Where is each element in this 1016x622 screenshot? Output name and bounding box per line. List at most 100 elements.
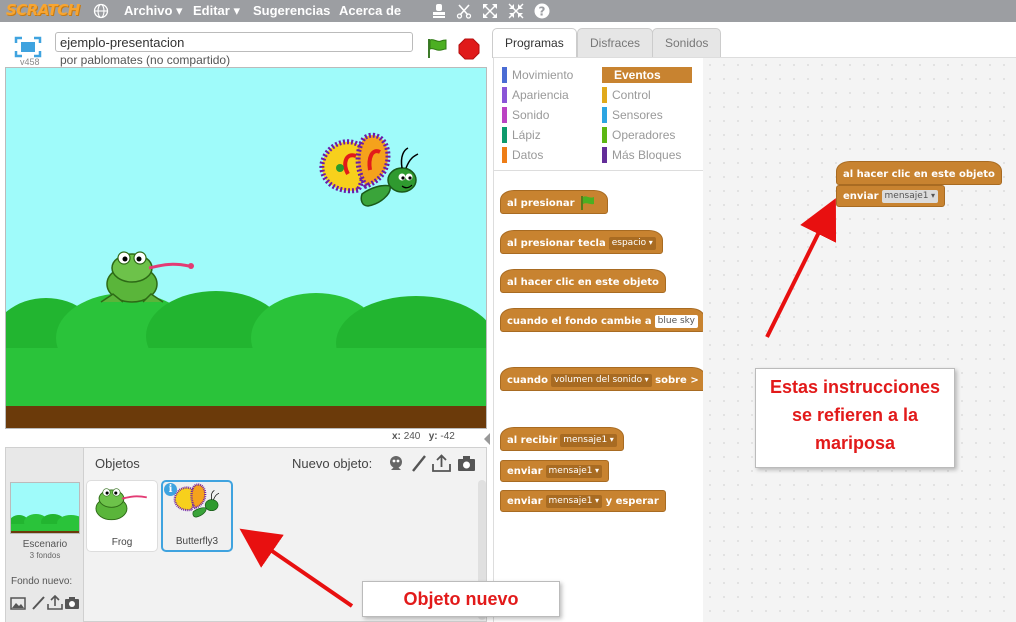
block-when-backdrop-switches[interactable]: cuando el fondo cambie a blue sky [500,308,705,332]
stage-thumbnail[interactable] [10,482,80,534]
sensor-dropdown[interactable]: volumen del sonido [550,373,652,387]
sprite-camera-icon[interactable] [457,454,476,473]
frog-thumbnail [95,488,147,521]
block-label: enviar [843,191,879,202]
editor-tabs: Programas Disfraces Sonidos [490,28,1016,58]
callout-new-object: Objeto nuevo [362,581,560,617]
stop-icon[interactable] [458,38,480,60]
category-apariencia[interactable]: Apariencia [502,87,569,103]
version-label: v458 [20,57,40,67]
backdrop-upload-icon[interactable] [47,595,63,611]
palette-divider [494,170,704,171]
backdrop-paint-icon[interactable] [30,595,46,611]
globe-icon[interactable] [93,3,109,19]
block-when-receive[interactable]: al recibir mensaje1 [500,427,624,451]
butterfly-sprite[interactable] [319,132,419,207]
info-icon[interactable]: i [164,483,177,496]
scissors-icon[interactable] [456,3,472,19]
coords-y-label: y: [428,431,438,442]
coords-x-label: x: [392,431,401,442]
block-when-sensor-greater[interactable]: cuandovolumen del sonido sobre > [500,367,706,391]
shrink-icon[interactable] [508,3,524,19]
stage-thumbnail-column: Escenario 3 fondos Fondo nuevo: [6,448,84,622]
mouse-coords: x: 240 y: -42 [392,431,455,442]
collapse-arrow-icon[interactable] [483,432,491,446]
key-dropdown[interactable]: espacio [608,236,656,250]
stamp-icon[interactable] [431,3,447,19]
tab-sonidos[interactable]: Sonidos [652,28,722,58]
category-mas-bloques[interactable]: Más Bloques [602,147,681,163]
hills-backdrop [6,291,486,428]
stage-label: Escenario [22,539,68,550]
block-label: al hacer clic en este objeto [507,277,659,288]
script-when-sprite-clicked[interactable]: al hacer clic en este objeto [836,161,1002,185]
project-author: por pablomates (no compartido) [60,53,231,67]
sprite-card-butterfly[interactable]: i Butterfly3 [161,480,233,552]
coords-x-value: 240 [403,431,421,442]
stage-header: v458 por pablomates (no compartido) [0,22,490,68]
sprite-name-butterfly: Butterfly3 [175,536,219,547]
category-control[interactable]: Control [602,87,651,103]
sprite-card-frog[interactable]: Frog [86,480,158,552]
category-datos[interactable]: Datos [502,147,543,163]
sprite-name-frog: Frog [111,537,133,548]
message-dropdown[interactable]: mensaje1 [545,494,603,508]
tab-disfraces[interactable]: Disfraces [577,28,654,58]
block-when-sprite-clicked[interactable]: al hacer clic en este objeto [500,269,666,293]
scratch-logo[interactable]: SCRATCH [6,1,80,19]
block-label: enviar [507,496,543,507]
block-label-gt: sobre > [655,375,699,386]
backdrop-library-icon[interactable] [10,595,26,611]
menu-acerca-de[interactable]: Acerca de [339,3,401,18]
block-label: cuando [507,375,548,386]
category-lapiz[interactable]: Lápiz [502,127,541,143]
script-area[interactable]: al hacer clic en este objeto enviar mensa… [703,57,1016,622]
stage-scene [6,132,486,428]
backdrop-count: 3 fondos [29,551,61,560]
script-broadcast[interactable]: enviar mensaje1 [836,185,946,207]
stage-thumb-scene [11,514,79,533]
new-sprite-label: Nuevo objeto: [292,456,373,471]
help-icon[interactable]: ? [534,3,550,19]
tab-programas[interactable]: Programas [492,28,577,58]
backdrop-dropdown[interactable]: blue sky [654,314,698,328]
category-sensores[interactable]: Sensores [602,107,663,123]
block-broadcast[interactable]: enviar mensaje1 [500,460,610,482]
block-label: al presionar tecla [507,238,606,249]
block-label: al hacer clic en este objeto [843,169,995,180]
sprite-upload-icon[interactable] [432,454,451,473]
block-label: cuando el fondo cambie a [507,316,652,327]
objects-label: Objetos [95,456,140,471]
project-title-input[interactable] [55,32,413,52]
sprite-paint-icon[interactable] [409,454,428,473]
message-dropdown[interactable]: mensaje1 [545,464,603,478]
block-broadcast-and-wait[interactable]: enviarmensaje1 y esperar [500,490,666,512]
block-label-tail: y esperar [605,496,659,507]
callout-instructions: Estas instrucciones se refieren a la mar… [755,368,955,468]
menu-sugerencias[interactable]: Sugerencias [253,3,330,18]
block-palette: Movimiento Apariencia Sonido Lápiz Datos… [493,57,706,622]
message-dropdown[interactable]: mensaje1 [881,189,939,203]
sprite-library-icon[interactable] [387,454,406,473]
green-flag-icon[interactable] [426,37,448,59]
backdrop-camera-icon[interactable] [64,595,80,611]
category-eventos[interactable]: Eventos [602,67,692,83]
new-backdrop-label: Fondo nuevo: [11,576,73,587]
category-sonido[interactable]: Sonido [502,107,549,123]
block-label: al recibir [507,435,558,446]
block-when-key-pressed[interactable]: al presionar tecla espacio [500,230,663,254]
category-operadores[interactable]: Operadores [602,127,675,143]
stage[interactable] [5,67,487,429]
frog-sprite[interactable] [100,251,194,303]
block-when-flag-clicked[interactable]: al presionar [500,190,608,214]
category-movimiento[interactable]: Movimiento [502,67,573,83]
green-flag-icon [581,196,595,210]
menu-archivo[interactable]: Archivo ▾ [124,3,183,19]
block-label: al presionar [507,198,575,209]
message-dropdown[interactable]: mensaje1 [560,433,617,447]
fullscreen-icon[interactable] [14,36,42,58]
grow-icon[interactable] [482,3,498,19]
svg-text:?: ? [539,5,546,19]
block-label: enviar [507,466,543,477]
menu-editar[interactable]: Editar ▾ [193,3,240,19]
